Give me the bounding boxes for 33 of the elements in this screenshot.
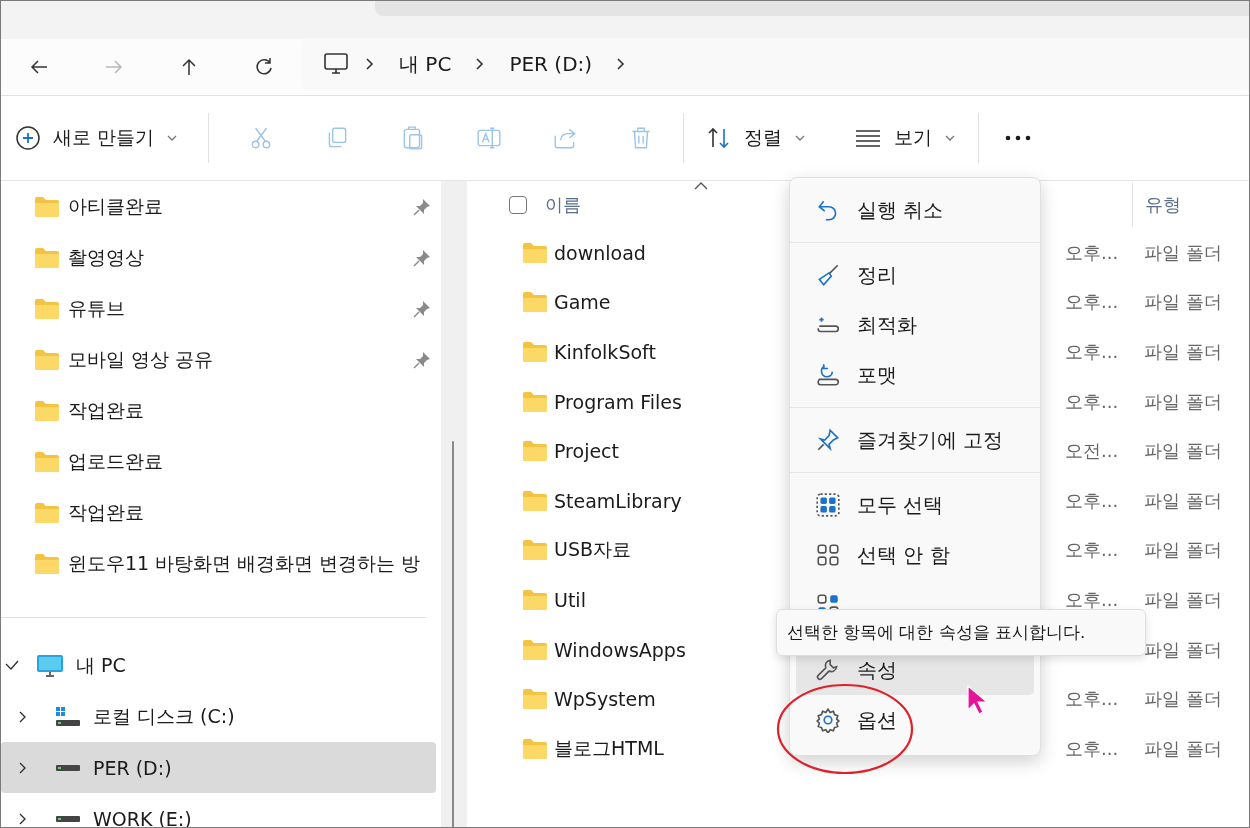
date-cell: 오전... bbox=[1065, 440, 1119, 462]
type-cell: 파일 폴더 bbox=[1144, 688, 1222, 710]
type-cell: 파일 폴더 bbox=[1144, 539, 1222, 561]
type-cell: 파일 폴더 bbox=[1144, 489, 1222, 511]
folder-label: 모바일 영상 공유 bbox=[68, 346, 215, 372]
tree-label: 내 PC bbox=[76, 652, 126, 678]
date-cell: 오후... bbox=[1065, 588, 1119, 610]
folder-label: 업로드완료 bbox=[68, 448, 164, 474]
date-cell: 오후... bbox=[1065, 341, 1119, 362]
folder-label: 윈도우11 바탕화면 배경화면 변경하는 방 bbox=[68, 550, 422, 576]
date-cell: 오후... bbox=[1065, 539, 1119, 561]
date-cell: 오후... bbox=[1065, 291, 1119, 313]
date-cell: 오후... bbox=[1065, 241, 1119, 263]
date-cell: 오후... bbox=[1065, 489, 1119, 511]
folder-label: 작업완료 bbox=[68, 499, 145, 525]
folder-label: 유튜브 bbox=[68, 295, 126, 321]
tooltip: 선택한 항목에 대한 속성을 표시합니다. bbox=[776, 609, 1146, 656]
folder-label: 촬영영상 bbox=[68, 244, 145, 270]
folder-label: 아티클완료 bbox=[68, 193, 164, 219]
type-cell: 파일 폴더 bbox=[1144, 390, 1222, 412]
date-cell: 오후... bbox=[1065, 737, 1119, 759]
tree-label: PER (D:) bbox=[93, 756, 172, 779]
type-cell: 파일 폴더 bbox=[1144, 241, 1222, 263]
date-cell: 오후... bbox=[1065, 390, 1119, 412]
date-cell: 오후... bbox=[1065, 688, 1119, 710]
folder-label: 작업완료 bbox=[68, 397, 145, 423]
type-cell: 파일 폴더 bbox=[1144, 341, 1222, 362]
type-cell: 파일 폴더 bbox=[1144, 588, 1222, 610]
type-cell: 파일 폴더 bbox=[1144, 737, 1222, 759]
type-cell: 파일 폴더 bbox=[1144, 638, 1222, 660]
type-cell: 파일 폴더 bbox=[1144, 291, 1222, 313]
type-cell: 파일 폴더 bbox=[1144, 440, 1222, 462]
tree-label: 로컬 디스크 (C:) bbox=[93, 703, 235, 729]
